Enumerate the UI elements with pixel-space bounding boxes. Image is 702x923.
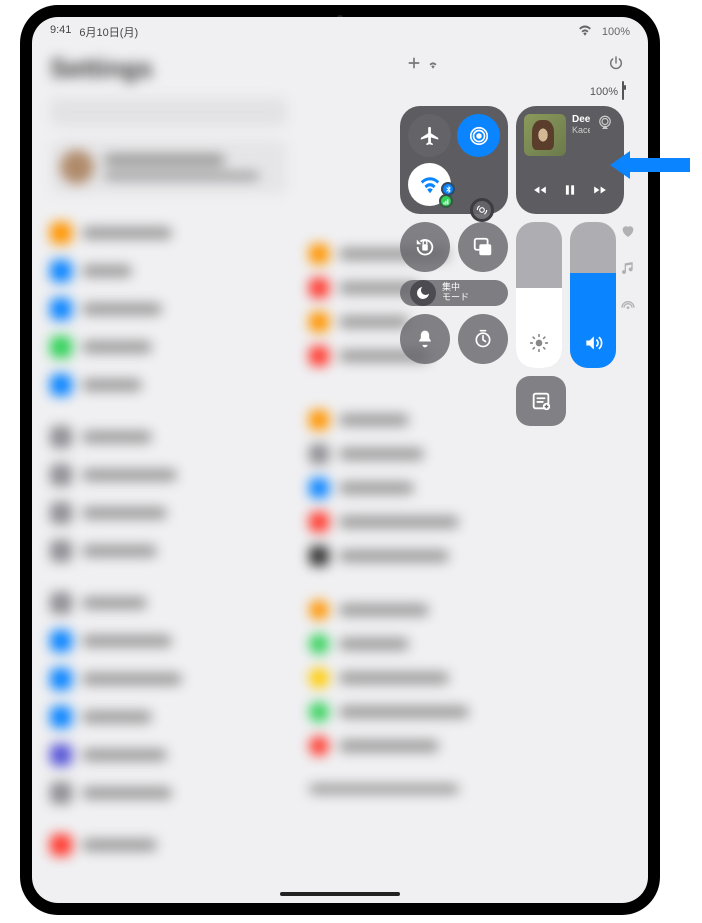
personal-hotspot-toggle[interactable] xyxy=(470,198,494,222)
brightness-slider[interactable] xyxy=(516,222,562,368)
orientation-lock-toggle[interactable] xyxy=(400,222,450,272)
settings-heading: Settings xyxy=(50,53,293,84)
side-quick-icons xyxy=(620,223,636,318)
screen: Settings xyxy=(32,17,648,903)
home-indicator[interactable] xyxy=(280,892,400,896)
airplane-mode-toggle[interactable] xyxy=(408,114,451,157)
cellular-badge-icon xyxy=(439,194,453,208)
forward-icon[interactable] xyxy=(591,183,609,202)
search-bar-blur xyxy=(50,98,287,126)
bluetooth-badge-icon xyxy=(441,182,455,196)
media-artist: Kacey Musgraves xyxy=(572,125,590,135)
media-title: Deeper Well xyxy=(572,114,590,125)
timer-button[interactable] xyxy=(458,314,508,364)
add-control-icon[interactable] xyxy=(406,55,422,74)
battery-percent-cc: 100% xyxy=(590,86,618,98)
quick-note-button[interactable] xyxy=(516,376,566,426)
battery-indicator: 100% xyxy=(590,82,624,100)
ipad-device-frame: Settings xyxy=(20,5,660,915)
status-bar: 9:41 6月10日(月) 100% xyxy=(32,23,648,41)
silent-mode-toggle[interactable] xyxy=(400,314,450,364)
moon-icon xyxy=(410,280,436,306)
heart-icon[interactable] xyxy=(620,223,636,244)
connectivity-panel[interactable] xyxy=(400,106,508,214)
wifi-icon xyxy=(578,25,592,39)
cc-top-row xyxy=(400,55,630,82)
focus-mode-button[interactable]: 集中 モード xyxy=(400,280,508,306)
status-date: 6月10日(月) xyxy=(79,24,138,40)
volume-icon xyxy=(583,333,603,358)
brightness-icon xyxy=(529,333,549,358)
music-icon[interactable] xyxy=(620,260,636,281)
rewind-icon[interactable] xyxy=(531,183,549,202)
airdrop-toggle[interactable] xyxy=(457,114,500,157)
volume-slider[interactable] xyxy=(570,222,616,368)
power-icon[interactable] xyxy=(608,55,624,74)
wifi-small-icon xyxy=(426,58,440,72)
status-time: 9:41 xyxy=(50,24,71,40)
battery-icon xyxy=(622,81,624,100)
battery-percent: 100% xyxy=(602,26,630,38)
control-center: 100% xyxy=(400,55,630,426)
album-art xyxy=(524,114,566,156)
focus-label: 集中 モード xyxy=(442,283,469,303)
screen-mirroring-button[interactable] xyxy=(458,222,508,272)
profile-card-blur xyxy=(50,140,287,194)
pause-icon[interactable] xyxy=(563,183,577,202)
wifi-toggle[interactable] xyxy=(408,163,451,206)
now-playing-panel[interactable]: Deeper Well Kacey Musgraves xyxy=(516,106,624,214)
airplay-icon[interactable] xyxy=(596,114,616,134)
signal-icon[interactable] xyxy=(620,297,636,318)
